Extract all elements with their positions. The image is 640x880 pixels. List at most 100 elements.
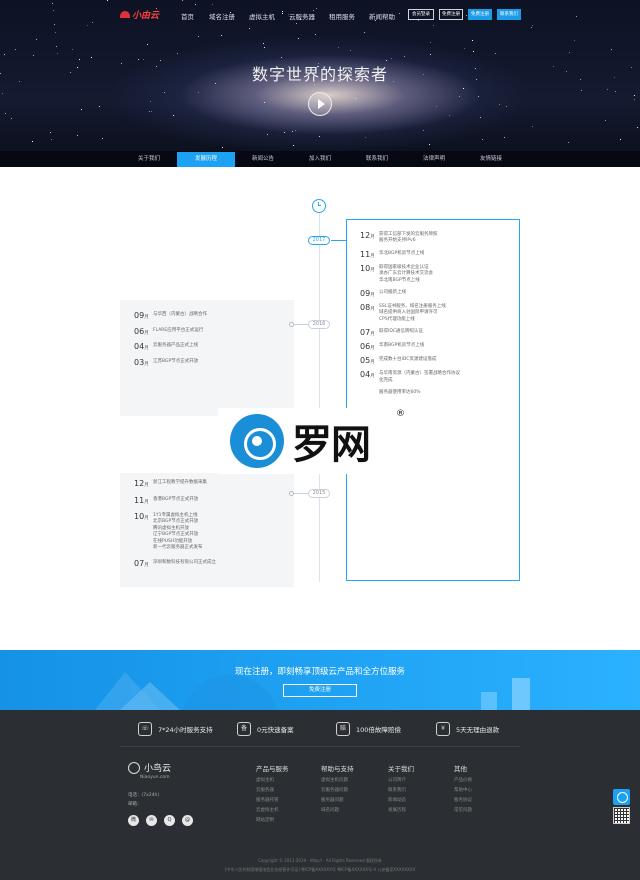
nav-rental[interactable]: 租用服务 — [329, 11, 355, 21]
star — [137, 59, 139, 61]
footer-brand-sub: Niaoyun.com — [140, 775, 170, 780]
feature-filing: 备 0元快速备案 — [237, 722, 294, 736]
star — [364, 32, 366, 34]
weibo-icon[interactable]: 微 — [128, 815, 139, 826]
footer-link[interactable]: 发展历程 — [388, 806, 414, 816]
nav-news-help[interactable]: 新闻帮助 — [369, 11, 395, 21]
footer-link[interactable]: 虚拟主机 — [256, 776, 289, 786]
footer-link[interactable]: 新闻动态 — [388, 796, 414, 806]
banner-decoration — [95, 672, 530, 710]
star — [390, 57, 392, 59]
tab-legal[interactable]: 法律声明 — [405, 152, 463, 167]
footer-link[interactable]: 产品价格 — [454, 776, 472, 786]
nav-domain[interactable]: 域名注册 — [209, 11, 235, 21]
star — [499, 103, 501, 105]
footer-link[interactable]: 云服务器 — [256, 786, 289, 796]
star — [576, 15, 578, 17]
timeline-entry: 12月 获得工信部下发的云服务牌照 服务开始支持IPv6 — [360, 231, 438, 245]
footer-link[interactable]: 域名问题 — [321, 806, 354, 816]
star — [619, 139, 621, 141]
entry-month: 04月 — [360, 370, 375, 380]
column-title: 帮助与支持 — [321, 765, 354, 773]
footer-link[interactable]: 公司简介 — [388, 776, 414, 786]
footer-column: 产品与服务 虚拟主机 云服务器 服务器托管 云虚拟主机 网站定制 — [256, 764, 289, 826]
footer-link[interactable]: 云虚拟主机 — [256, 806, 289, 816]
star — [197, 36, 199, 38]
register-button[interactable]: 免费注册 — [439, 9, 463, 20]
play-video-icon[interactable] — [308, 92, 332, 116]
timeline-axis — [319, 204, 320, 582]
site-logo[interactable]: 小由云 — [120, 8, 159, 21]
entry-month: 09月 — [360, 289, 375, 298]
mail-icon[interactable]: @ — [182, 815, 193, 826]
star — [87, 24, 89, 26]
star — [262, 42, 264, 44]
star — [50, 131, 52, 133]
tab-join[interactable]: 加入我们 — [291, 152, 349, 167]
star — [403, 55, 405, 57]
star — [264, 46, 266, 48]
footer-link[interactable]: 服务器问题 — [321, 796, 354, 806]
filing-icon: 备 — [237, 722, 251, 736]
feature-compensation: 赔 100倍故障赔偿 — [336, 722, 401, 736]
entry-text: 与华南资源（内蒙古）签署战略合作协议 化完成 — [379, 371, 460, 383]
timeline-entry: 11月 香港BGP节点正式开放 — [134, 496, 198, 505]
star — [607, 89, 609, 91]
star — [503, 137, 505, 139]
footer-link[interactable]: 云服务器问题 — [321, 786, 354, 796]
connector — [294, 324, 308, 325]
tab-news[interactable]: 新闻公告 — [234, 152, 292, 167]
star — [53, 10, 55, 12]
star — [266, 134, 268, 136]
entry-month: 03月 — [134, 357, 149, 367]
nav-cloud-server[interactable]: 云服务器 — [289, 11, 315, 21]
star — [422, 130, 424, 132]
star — [605, 120, 607, 122]
star — [57, 52, 59, 54]
entry-text: 浙江工程教学提升数据采集 — [153, 480, 207, 485]
star — [52, 3, 54, 5]
footer-link[interactable]: 联系我们 — [388, 786, 414, 796]
star — [292, 130, 293, 132]
timeline-entry: 10月 1Y1专属虚拟主机上线 北京BGP节点正式开放 腾讯虚拟主机开放 辽宁BGP节点… — [134, 512, 203, 551]
wechat-icon[interactable]: ✉ — [146, 815, 157, 826]
footer-logo[interactable]: 小鸟云 — [128, 761, 171, 774]
star — [92, 22, 94, 24]
entry-month: 07月 — [360, 328, 375, 338]
footer-link[interactable]: 常见问题 — [454, 806, 472, 816]
star — [220, 34, 222, 36]
star — [79, 58, 81, 60]
tab-about[interactable]: 关于我们 — [120, 152, 178, 167]
star — [55, 31, 57, 33]
star — [147, 44, 149, 46]
star — [355, 97, 357, 99]
star — [106, 0, 108, 2]
feature-label: 100倍故障赔偿 — [356, 726, 401, 734]
qr-code-icon[interactable] — [613, 807, 630, 824]
footer-link[interactable]: 服务器托管 — [256, 796, 289, 806]
free-register-button[interactable]: 免费注册 — [283, 684, 357, 697]
tab-contact[interactable]: 联系我们 — [348, 152, 406, 167]
contact-button[interactable]: 联系我们 — [497, 9, 521, 20]
feature-refund: ¥ 5天无理由退款 — [436, 722, 499, 736]
star — [458, 95, 460, 97]
star — [98, 106, 100, 108]
star — [482, 138, 484, 140]
footer-link[interactable]: 服务协议 — [454, 796, 472, 806]
nav-home[interactable]: 首页 — [181, 11, 194, 21]
customer-service-icon[interactable] — [613, 789, 630, 805]
tab-history[interactable]: 发展历程 — [177, 152, 235, 167]
footer-link[interactable]: 网站定制 — [256, 816, 289, 826]
star — [296, 23, 298, 25]
timeline-entry: 08月 SSL证书服务、域名注册服务上线 域名提供商入驻国际申请许可 CPS代理功能上… — [360, 303, 446, 323]
qq-icon[interactable]: Q — [164, 815, 175, 826]
nav-virtual-host[interactable]: 虚拟主机 — [249, 11, 275, 21]
timeline-entry: 服务器使用率达60% — [360, 389, 421, 396]
footer-link[interactable]: 帮助中心 — [454, 786, 472, 796]
register-button-2[interactable]: 免费注册 — [468, 9, 492, 20]
login-button[interactable]: 会员登录 — [408, 9, 434, 20]
star — [54, 24, 56, 26]
tab-links[interactable]: 友情链接 — [462, 152, 520, 167]
email-label: 邮箱： — [128, 802, 142, 807]
footer-link[interactable]: 虚拟主机问题 — [321, 776, 354, 786]
